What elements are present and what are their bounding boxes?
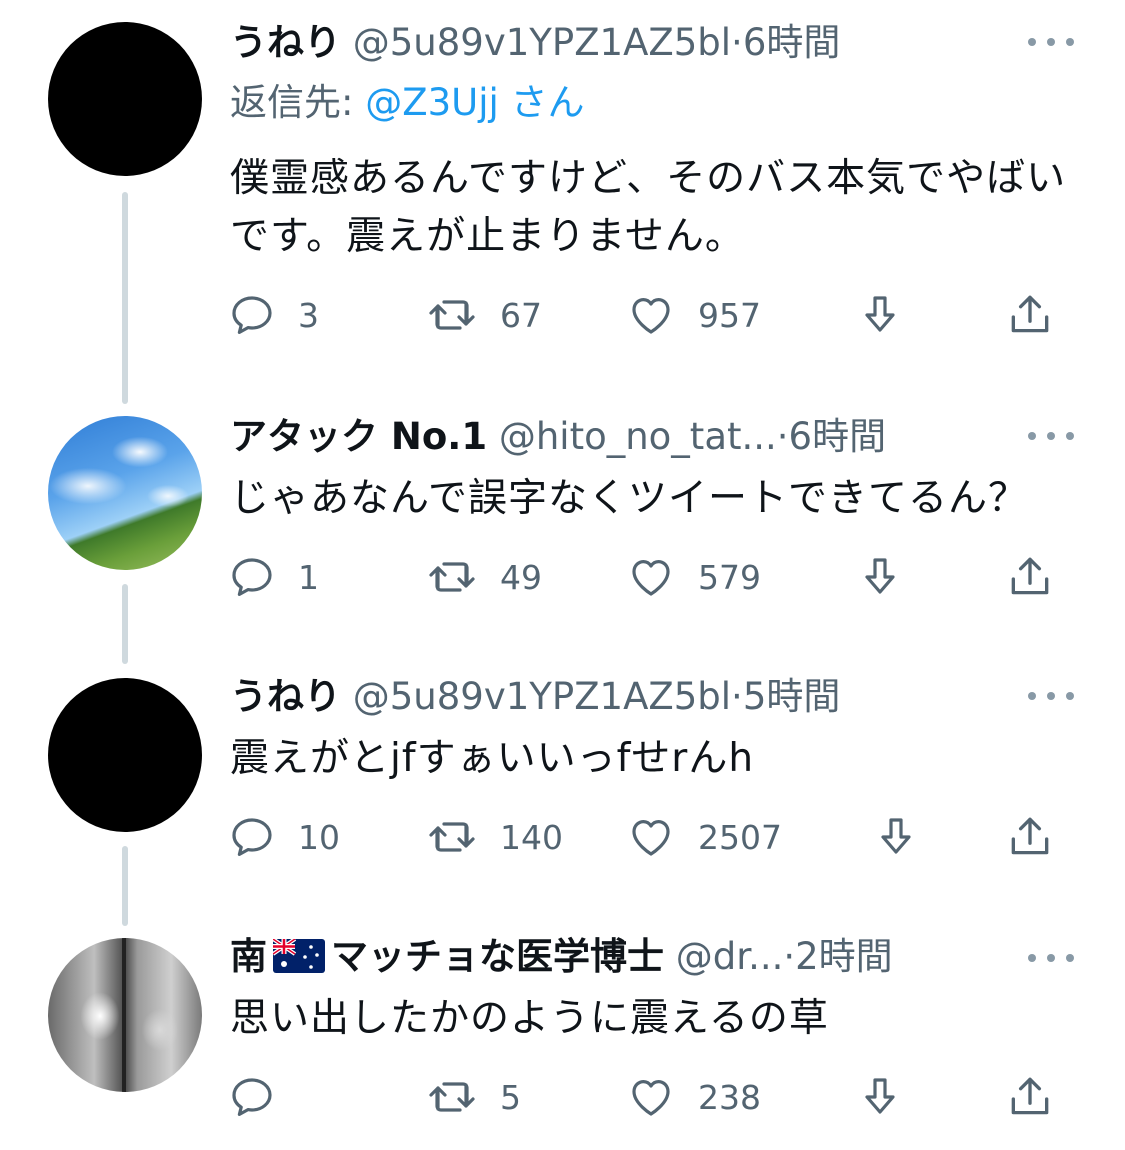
user-handle[interactable]: @5u89v1YPZ1AZ5bl — [353, 21, 731, 64]
user-handle[interactable]: @dr... — [676, 935, 784, 978]
share-button[interactable] — [1004, 812, 1056, 862]
tweet-header: うねり @5u89v1YPZ1AZ5bl·6時間 — [230, 20, 840, 66]
display-name[interactable]: うねり — [230, 21, 341, 64]
arrow-down-icon — [865, 1078, 895, 1114]
share-button[interactable] — [1004, 290, 1056, 340]
more-options-icon[interactable] — [1028, 686, 1074, 706]
bookmark-button[interactable] — [872, 812, 920, 862]
bookmark-button[interactable] — [856, 1072, 904, 1122]
action-bar: 3 67 957 — [228, 290, 1068, 340]
like-button[interactable]: 2507 — [626, 812, 782, 862]
arrow-down-icon — [865, 558, 895, 594]
timestamp[interactable]: 2時間 — [795, 935, 893, 978]
retweet-count: 67 — [500, 295, 542, 335]
timestamp[interactable]: 6時間 — [743, 21, 841, 64]
tweet-header: 南 マッチョな医学博士 @dr...·2時間 — [230, 934, 893, 980]
share-icon — [1011, 295, 1049, 333]
like-button[interactable]: 957 — [626, 290, 761, 340]
reply-button[interactable] — [228, 1072, 298, 1122]
retweet-icon — [429, 562, 475, 592]
more-options-icon[interactable] — [1028, 32, 1074, 52]
avatar[interactable] — [48, 416, 202, 570]
australia-flag-icon — [273, 939, 325, 973]
like-count: 2507 — [698, 817, 782, 857]
tweet-text: 震えがとjfすぁいいっfせrんh — [230, 736, 755, 781]
tweet-text: じゃあなんで誤字なくツイートできてるん？ — [230, 476, 1029, 521]
heart-icon — [632, 1080, 670, 1116]
separator: · — [731, 675, 743, 718]
tweet[interactable]: アタック No.1 @hito_no_tat...·6時間 じゃあなんで誤字なく… — [0, 404, 1125, 644]
retweet-count: 140 — [500, 817, 563, 857]
reply-icon — [232, 1078, 272, 1116]
heart-icon — [632, 820, 670, 856]
retweet-icon — [429, 300, 475, 330]
tweet-text: 僕霊感あるんですけど、そのバス本気でやばいです。震えが止まりません。 — [230, 156, 1067, 259]
like-button[interactable]: 238 — [626, 1072, 761, 1122]
display-name[interactable]: 南 マッチョな医学博士 — [230, 935, 664, 978]
retweet-icon — [429, 822, 475, 852]
retweet-count: 49 — [500, 557, 542, 597]
like-count: 957 — [698, 295, 761, 335]
display-name[interactable]: うねり — [230, 675, 341, 718]
retweet-button[interactable]: 49 — [426, 552, 542, 602]
share-icon — [1011, 1077, 1049, 1115]
tweet-text: 思い出したかのように震えるの草 — [230, 996, 829, 1041]
reply-button[interactable]: 1 — [228, 552, 319, 602]
tweet[interactable]: 南 マッチョな医学博士 @dr...·2時間 思い出したかのように震えるの草 5 — [0, 926, 1125, 1150]
reply-count: 3 — [298, 295, 319, 335]
retweet-button[interactable]: 140 — [426, 812, 563, 862]
separator: · — [776, 415, 789, 458]
retweet-count: 5 — [500, 1077, 521, 1117]
user-handle[interactable]: @hito_no_tat... — [499, 415, 777, 458]
action-bar: 5 238 — [228, 1072, 1068, 1122]
reply-icon — [232, 296, 272, 334]
retweet-button[interactable]: 67 — [426, 290, 542, 340]
share-button[interactable] — [1004, 1072, 1056, 1122]
bookmark-button[interactable] — [856, 552, 904, 602]
more-options-icon[interactable] — [1028, 948, 1074, 968]
timestamp[interactable]: 6時間 — [789, 415, 887, 458]
heart-icon — [632, 298, 670, 334]
tweet-header: うねり @5u89v1YPZ1AZ5bl·5時間 — [230, 674, 840, 720]
tweet[interactable]: うねり @5u89v1YPZ1AZ5bl·5時間 震えがとjfすぁいいっfせrん… — [0, 664, 1125, 904]
share-icon — [1011, 817, 1049, 855]
separator: · — [783, 935, 796, 978]
reply-to-label: 返信先: — [230, 81, 354, 124]
heart-icon — [632, 560, 670, 596]
arrow-down-icon — [881, 818, 911, 854]
timestamp[interactable]: 5時間 — [743, 675, 841, 718]
reply-count: 1 — [298, 557, 319, 597]
reply-icon — [232, 818, 272, 856]
separator: · — [731, 21, 743, 64]
reply-icon — [232, 558, 272, 596]
avatar[interactable] — [48, 938, 202, 1092]
reply-to-line: 返信先: @Z3Ujj さん — [230, 80, 585, 126]
retweet-icon — [429, 1082, 475, 1112]
share-button[interactable] — [1004, 552, 1056, 602]
retweet-button[interactable]: 5 — [426, 1072, 521, 1122]
action-bar: 1 49 579 — [228, 552, 1068, 602]
like-count: 238 — [698, 1077, 761, 1117]
share-icon — [1011, 557, 1049, 595]
tweet-header: アタック No.1 @hito_no_tat...·6時間 — [230, 414, 886, 460]
reply-count: 10 — [298, 817, 340, 857]
display-name[interactable]: アタック No.1 — [230, 415, 487, 458]
reply-button[interactable]: 10 — [228, 812, 340, 862]
like-count: 579 — [698, 557, 761, 597]
avatar[interactable] — [48, 22, 202, 176]
like-button[interactable]: 579 — [626, 552, 761, 602]
reply-mention-link[interactable]: @Z3Ujj さん — [365, 81, 584, 124]
reply-button[interactable]: 3 — [228, 290, 319, 340]
bookmark-button[interactable] — [856, 290, 904, 340]
avatar[interactable] — [48, 678, 202, 832]
tweet[interactable]: うねり @5u89v1YPZ1AZ5bl·6時間 返信先: @Z3Ujj さん … — [0, 0, 1125, 380]
more-options-icon[interactable] — [1028, 426, 1074, 446]
arrow-down-icon — [865, 296, 895, 332]
action-bar: 10 140 2507 — [228, 812, 1068, 862]
user-handle[interactable]: @5u89v1YPZ1AZ5bl — [353, 675, 731, 718]
